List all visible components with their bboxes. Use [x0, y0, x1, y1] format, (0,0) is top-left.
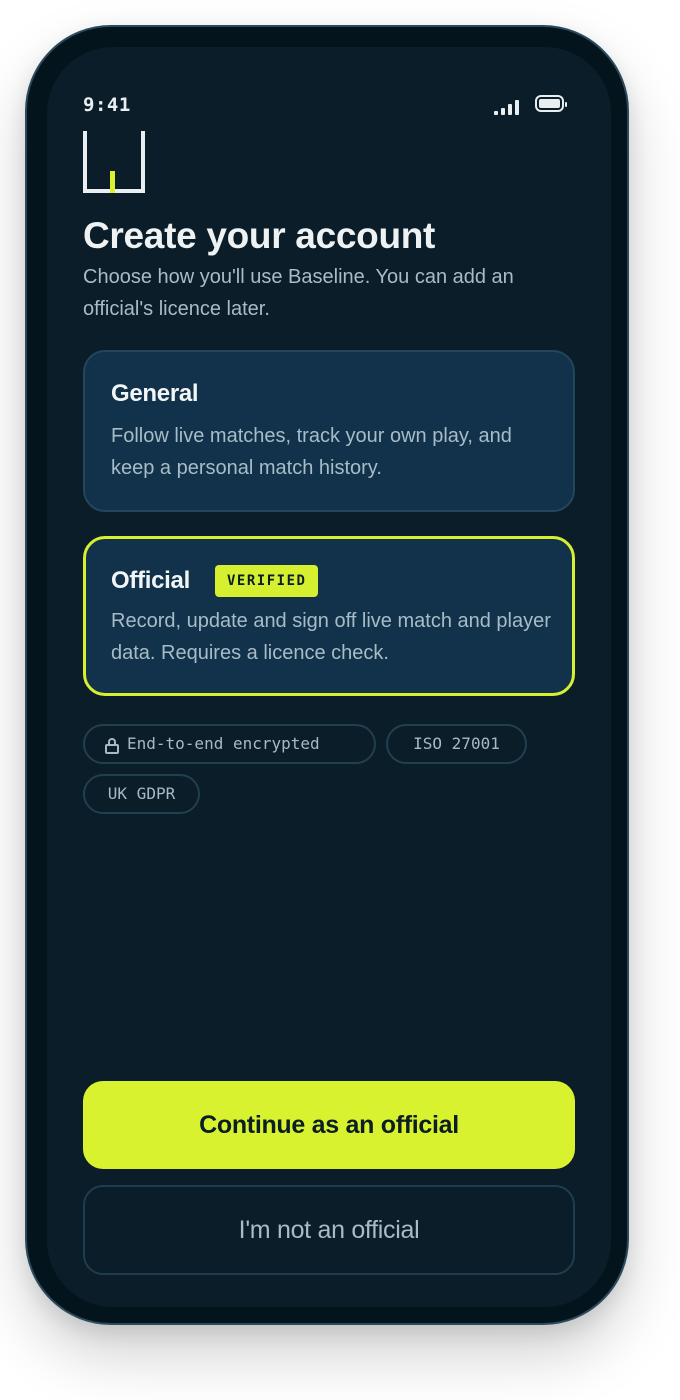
- app-screen: 9:41 Create your account Choose how you'…: [47, 47, 611, 1307]
- gdpr-chip-label: UK GDPR: [107, 784, 176, 803]
- baseline-logo: [83, 131, 145, 193]
- status-time: 9:41: [83, 94, 131, 116]
- iso-chip-label: ISO 27001: [413, 734, 500, 753]
- gdpr-chip: UK GDPR: [83, 774, 200, 814]
- phone-frame: 9:41 Create your account Choose how you'…: [25, 25, 629, 1325]
- lock-icon: [105, 738, 119, 754]
- official-card-title: Official: [111, 567, 190, 594]
- signal-icon: [494, 99, 524, 115]
- official-card-description: Record, update and sign off live match a…: [111, 610, 551, 664]
- not-official-button[interactable]: I'm not an official: [83, 1185, 575, 1275]
- battery-icon: [535, 95, 567, 112]
- general-card-description: Follow live matches, track your own play…: [111, 425, 512, 479]
- encrypted-chip-label: End-to-end encrypted: [127, 734, 320, 753]
- verified-badge: VERIFIED: [215, 565, 319, 597]
- continue-official-button[interactable]: Continue as an official: [83, 1081, 575, 1169]
- encrypted-chip: End-to-end encrypted: [83, 724, 376, 764]
- general-card-title: General: [111, 380, 199, 407]
- iso-chip: ISO 27001: [386, 724, 527, 764]
- page-title: Create your account: [83, 215, 436, 256]
- page-subtitle: Choose how you'll use Baseline. You can …: [83, 266, 514, 320]
- account-type-general-card[interactable]: General Follow live matches, track your …: [83, 350, 575, 512]
- account-type-official-card[interactable]: Official VERIFIED Record, update and sig…: [83, 536, 575, 696]
